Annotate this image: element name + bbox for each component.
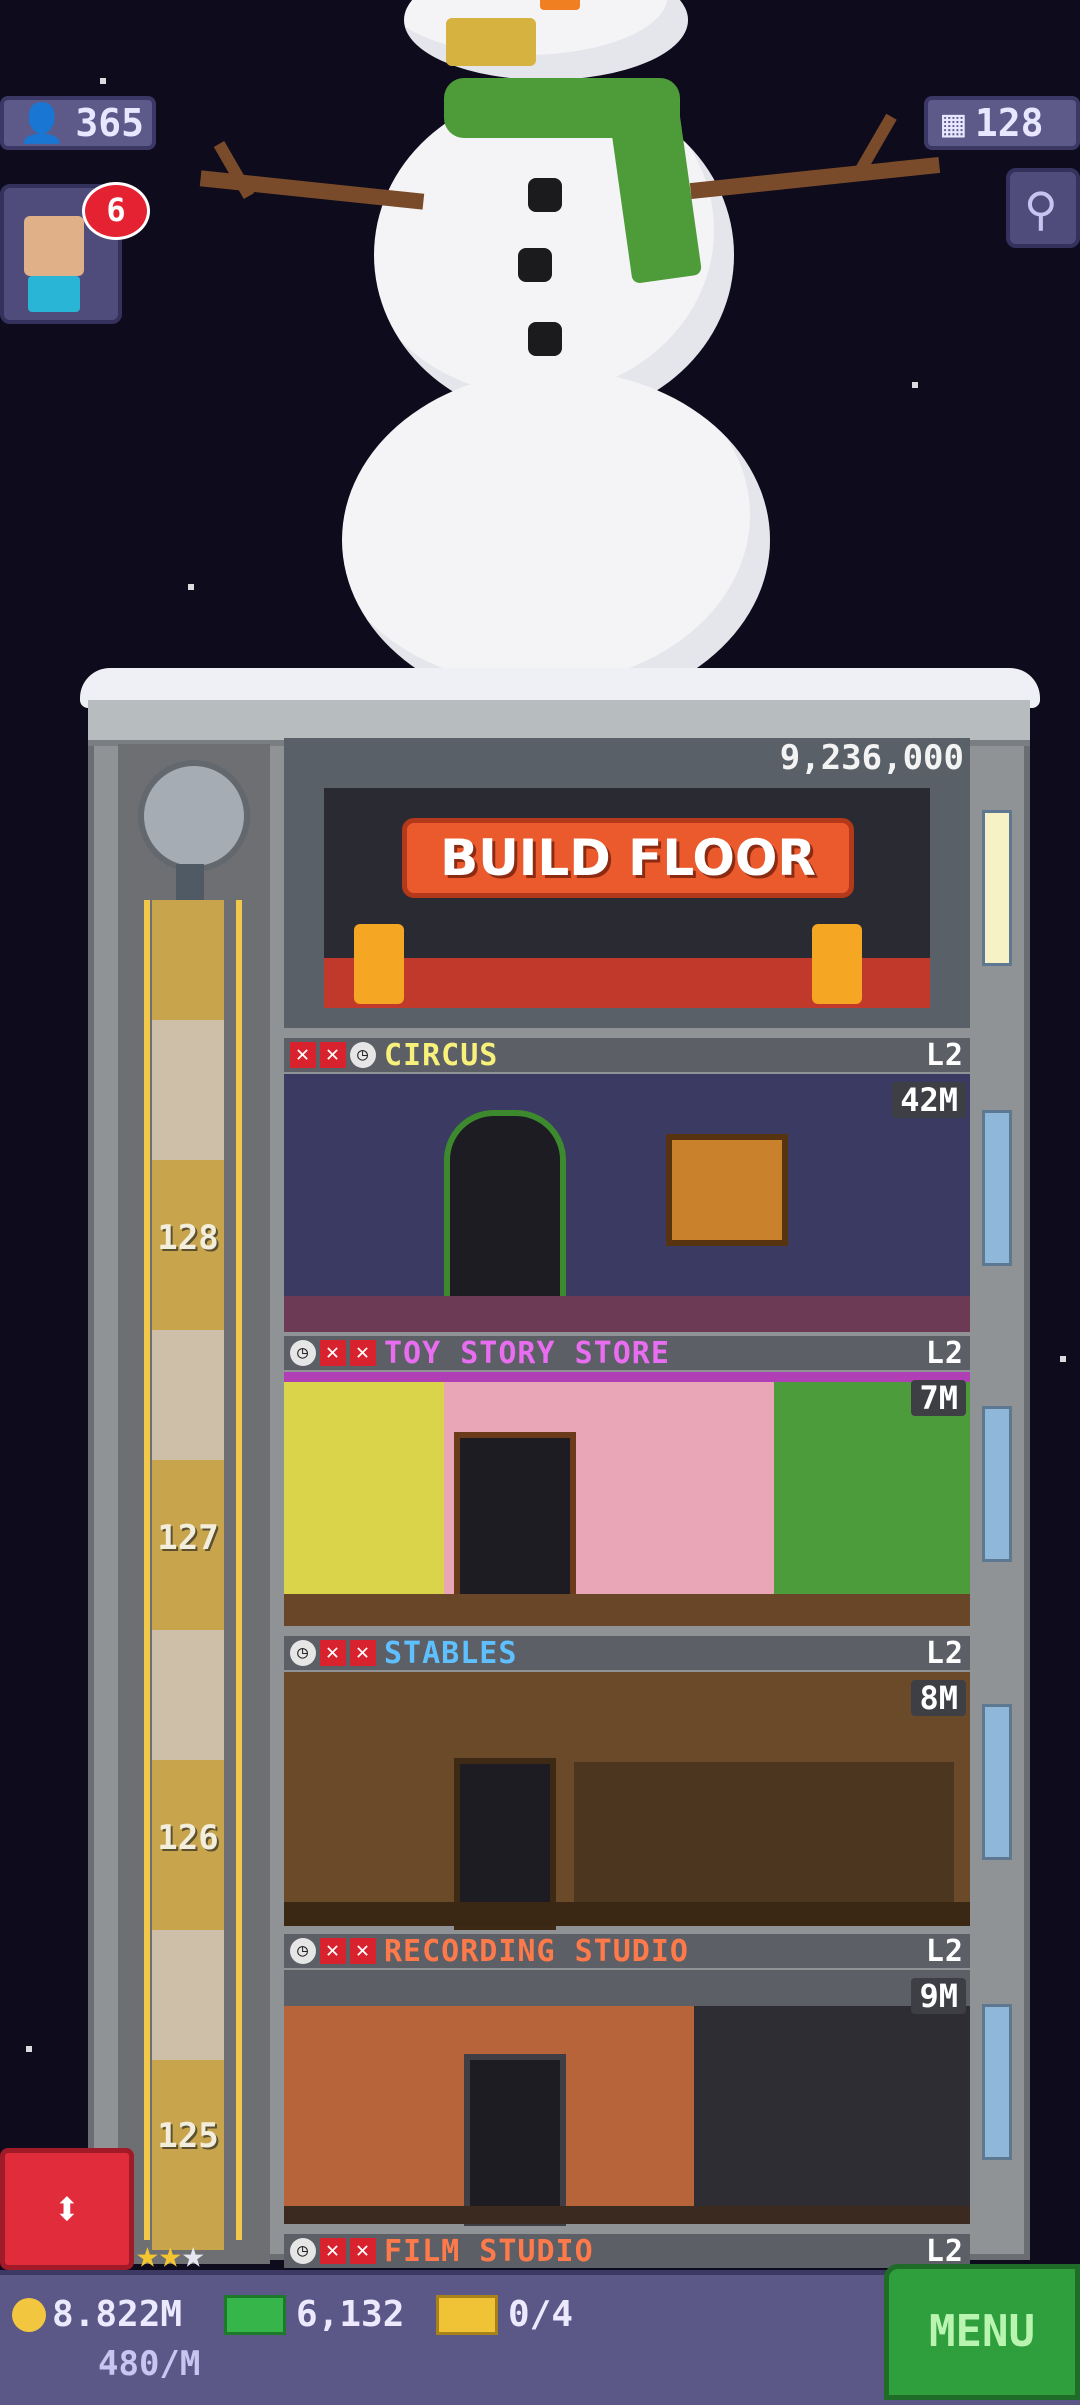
worker (812, 924, 862, 1004)
x-icon: ✕ (290, 1042, 316, 1068)
bux-icon (224, 2294, 286, 2335)
worker (354, 924, 404, 1004)
x-icon: ✕ (320, 1042, 346, 1068)
coins-value: 8.822M (52, 2294, 183, 2335)
x-icon: ✕ (320, 1938, 346, 1964)
floor-level: L2 (925, 1635, 964, 1671)
floor-name: STABLES (384, 1635, 518, 1671)
floor-name: RECORDING STUDIO (384, 1933, 689, 1969)
shaft-floor-number: 126 (157, 1818, 219, 1858)
x-icon: ✕ (320, 1640, 346, 1666)
star (912, 382, 918, 388)
bux-value: 6,132 (296, 2294, 405, 2335)
floor-label-film-studio[interactable]: ◷ ✕ ✕ FILM STUDIO L2 (284, 2233, 970, 2269)
side-window (982, 1704, 1012, 1860)
avatar (24, 216, 84, 276)
side-window (982, 1406, 1012, 1562)
person-icon: 👤 (18, 100, 66, 145)
floor-label-circus[interactable]: ✕ ✕ ◷ CIRCUS L2 (284, 1037, 970, 1073)
shaft-floor-number: 125 (157, 2116, 219, 2156)
tickets-display: 0/4 (436, 2294, 573, 2335)
floor-income[interactable]: 9M (911, 1978, 966, 2014)
x-icon: ✕ (350, 2238, 376, 2264)
x-icon: ✕ (320, 1340, 346, 1366)
floor-label-stables[interactable]: ◷ ✕ ✕ STABLES L2 (284, 1635, 970, 1671)
search-button[interactable]: ⚲ (1006, 168, 1080, 248)
population-counter: 👤 365 (0, 96, 156, 150)
x-icon: ✕ (320, 2238, 346, 2264)
floor-label-toy-story-store[interactable]: ◷ ✕ ✕ TOY STORY STORE L2 (284, 1335, 970, 1371)
income-rate: 480/M (98, 2344, 201, 2384)
floor-name: TOY STORY STORE (384, 1335, 670, 1371)
floor-label-recording-studio[interactable]: ◷ ✕ ✕ RECORDING STUDIO L2 (284, 1933, 970, 1969)
clock-icon: ◷ (290, 1340, 316, 1366)
elevator-button[interactable]: ⬍ (0, 2148, 134, 2270)
floor-recording-studio[interactable] (284, 1970, 970, 2226)
floor-toy-story-store[interactable] (284, 1372, 970, 1626)
floor-level: L2 (925, 1933, 964, 1969)
tickets-value: 0/4 (508, 2294, 574, 2335)
star (188, 584, 194, 590)
clock-icon: ◷ (290, 2238, 316, 2264)
building-icon: ▦ (942, 101, 965, 145)
star (26, 2046, 32, 2052)
floor-income[interactable]: 7M (911, 1380, 966, 1416)
population-value: 365 (75, 101, 144, 145)
build-floor-price: 9,236,000 (779, 738, 964, 778)
side-window (982, 1110, 1012, 1266)
bitizen-button[interactable]: 6 (0, 182, 150, 324)
side-window (982, 2004, 1012, 2160)
x-icon: ✕ (350, 1640, 376, 1666)
floor-name: CIRCUS (384, 1037, 499, 1073)
x-icon: ✕ (350, 1938, 376, 1964)
elevator-rail (144, 900, 150, 2240)
coins-display: 8.822M (12, 2294, 182, 2335)
notification-badge: 6 (82, 182, 150, 240)
clock-icon: ◷ (290, 1938, 316, 1964)
elevator-pulley (138, 760, 250, 872)
floor-level: L2 (925, 1037, 964, 1073)
menu-button[interactable]: MENU (884, 2264, 1080, 2400)
clock-icon: ◷ (350, 1042, 376, 1068)
side-window (982, 810, 1012, 966)
floor-count-value: 128 (974, 101, 1044, 145)
bux-display: 6,132 (224, 2294, 404, 2335)
build-floor-button[interactable]: BUILD FLOOR (402, 818, 854, 898)
floor-income[interactable]: 42M (892, 1082, 966, 1118)
floor-stables[interactable] (284, 1672, 970, 1930)
shaft-floor-number: 127 (157, 1518, 219, 1558)
floor-level: L2 (925, 1335, 964, 1371)
clock-icon: ◷ (290, 1640, 316, 1666)
ticket-icon (436, 2294, 498, 2335)
star (100, 78, 106, 84)
x-icon: ✕ (350, 1340, 376, 1366)
star (1060, 1356, 1066, 1362)
shaft-floor-number: 128 (157, 1218, 219, 1258)
floor-name: FILM STUDIO (384, 2233, 594, 2269)
magnifier-icon: ⚲ (1024, 182, 1058, 236)
up-down-arrows-icon: ⬍ (52, 2181, 82, 2237)
elevator-rail (236, 900, 242, 2240)
floor-circus[interactable] (284, 1074, 970, 1332)
floor-counter: ▦ 128 (924, 96, 1080, 150)
coin-icon (12, 2297, 46, 2332)
floor-income[interactable]: 8M (911, 1680, 966, 1716)
